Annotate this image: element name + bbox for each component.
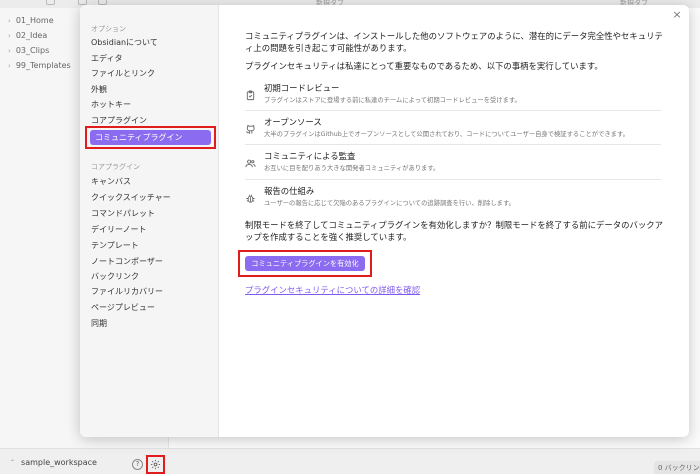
settings-item-page-preview[interactable]: ページプレビュー	[91, 302, 155, 314]
restricted-mode-warning: 制限モードを終了してコミュニティプラグインを有効化しますか？制限モードを終了する…	[245, 220, 663, 242]
highlight-frame: コミュニティプラグイン	[85, 126, 216, 149]
highlight-frame: コミュニティプラグインを有効化	[238, 250, 372, 277]
backlinks-count[interactable]: 0 バックリンク	[654, 461, 700, 474]
feature-desc: ユーザーの報告に応じて欠陥のあるプラグインについての追跡調査を行い、削除します。	[264, 200, 515, 207]
help-icon[interactable]: ?	[132, 459, 143, 470]
settings-button[interactable]	[146, 455, 165, 474]
settings-item-quick-switcher[interactable]: クイックスイッチャー	[91, 192, 171, 204]
divider	[245, 144, 661, 145]
feature-desc: プラグインはストアに登場する前に私達のチームによって初期コードレビューを受けます…	[264, 97, 521, 104]
settings-item-appearance[interactable]: 外観	[91, 84, 107, 96]
feature-title: 報告の仕組み	[264, 186, 315, 196]
settings-item-templates[interactable]: テンプレート	[91, 240, 139, 252]
feature-open-source: オープンソース 大半のプラグインはGithub上でオープンソースとして公開されて…	[245, 112, 661, 144]
settings-item-command-palette[interactable]: コマンドパレット	[91, 208, 155, 220]
toolbar-icon[interactable]	[46, 0, 55, 5]
settings-item-hotkeys[interactable]: ホットキー	[91, 99, 131, 111]
feature-desc: お互いに目を配りあう大きな開発者コミュニティがあります。	[264, 165, 440, 172]
settings-item-canvas[interactable]: キャンバス	[91, 176, 131, 188]
enable-community-plugins-button[interactable]: コミュニティプラグインを有効化	[245, 256, 365, 271]
folder-item[interactable]: › 02_Idea	[8, 30, 47, 42]
gear-icon	[150, 459, 161, 470]
intro-subtext: プラグインセキュリティは私達にとって重要なものであるため、以下の事柄を実行してい…	[245, 61, 603, 71]
github-icon	[245, 120, 256, 134]
settings-sidebar: オプション Obsidianについて エディタ ファイルとリンク 外観 ホットキ…	[80, 5, 219, 437]
settings-item-about[interactable]: Obsidianについて	[91, 37, 158, 49]
chevron-right-icon: ›	[8, 62, 11, 70]
section-header-core-plugins: コアプラグイン	[91, 163, 140, 171]
intro-text: コミュニティプラグインは、インストールした他のソフトウェアのように、潜在的にデー…	[245, 31, 663, 53]
vault-bar: ⌃ sample_workspace ? 0 バックリンク	[0, 448, 700, 474]
chevron-right-icon: ›	[8, 47, 11, 55]
settings-item-daily-notes[interactable]: デイリーノート	[91, 224, 147, 236]
folder-item[interactable]: › 01_Home	[8, 15, 54, 27]
chevron-right-icon: ›	[8, 32, 11, 40]
feature-title: コミュニティによる監査	[264, 151, 356, 161]
chevron-right-icon: ›	[8, 17, 11, 25]
settings-item-note-composer[interactable]: ノートコンポーザー	[91, 256, 163, 268]
feature-community-audit: コミュニティによる監査 お互いに目を配りあう大きな開発者コミュニティがあります。	[245, 146, 661, 178]
settings-item-editor[interactable]: エディタ	[91, 53, 122, 65]
feature-title: オープンソース	[264, 117, 322, 127]
settings-item-sync[interactable]: 同期	[91, 318, 107, 330]
settings-item-files-links[interactable]: ファイルとリンク	[91, 68, 155, 80]
chevron-updown-icon: ⌃	[10, 459, 16, 466]
section-header-options: オプション	[91, 25, 126, 33]
settings-modal: オプション Obsidianについて エディタ ファイルとリンク 外観 ホットキ…	[80, 5, 689, 437]
close-icon[interactable]: ×	[671, 9, 683, 21]
divider	[245, 110, 661, 111]
folder-item[interactable]: › 99_Templates	[8, 60, 71, 72]
feature-code-review: 初期コードレビュー プラグインはストアに登場する前に私達のチームによって初期コー…	[245, 78, 661, 110]
feature-desc: 大半のプラグインはGithub上でオープンソースとして公開されており、コードにつ…	[264, 131, 629, 138]
divider	[245, 179, 661, 180]
settings-item-backlinks[interactable]: バックリンク	[91, 271, 139, 283]
folder-item[interactable]: › 03_Clips	[8, 45, 49, 57]
clipboard-check-icon	[245, 86, 256, 101]
workspace-name: sample_workspace	[21, 458, 97, 467]
plugin-security-link[interactable]: プラグインセキュリティについての詳細を確認	[245, 284, 420, 296]
feature-title: 初期コードレビュー	[264, 83, 340, 93]
feature-report-system: 報告の仕組み ユーザーの報告に応じて欠陥のあるプラグインについての追跡調査を行い…	[245, 181, 661, 213]
settings-item-community-plugins[interactable]: コミュニティプラグイン	[90, 130, 211, 145]
settings-item-file-recovery[interactable]: ファイルリカバリー	[91, 286, 163, 298]
workspace-switcher[interactable]: ⌃ sample_workspace	[10, 458, 97, 467]
users-icon	[245, 154, 256, 168]
bug-icon	[245, 189, 256, 203]
